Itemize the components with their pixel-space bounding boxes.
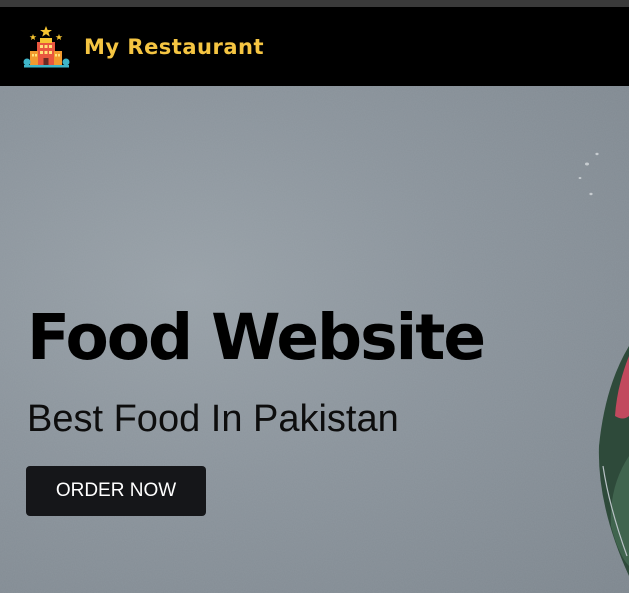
brand-name: My Restaurant: [84, 34, 264, 59]
hero-title: Food Website: [27, 301, 486, 374]
window-top-border: [0, 0, 629, 7]
brand-link[interactable]: My Restaurant: [22, 24, 264, 70]
hero-banner: Food Website Best Food In Pakistan ORDER…: [0, 86, 629, 593]
hero-subtitle: Best Food In Pakistan: [27, 398, 399, 440]
order-now-button[interactable]: ORDER NOW: [26, 466, 206, 516]
food-plate-image: [578, 152, 629, 576]
hotel-building-icon: [22, 24, 72, 70]
navbar: My Restaurant: [0, 7, 629, 86]
